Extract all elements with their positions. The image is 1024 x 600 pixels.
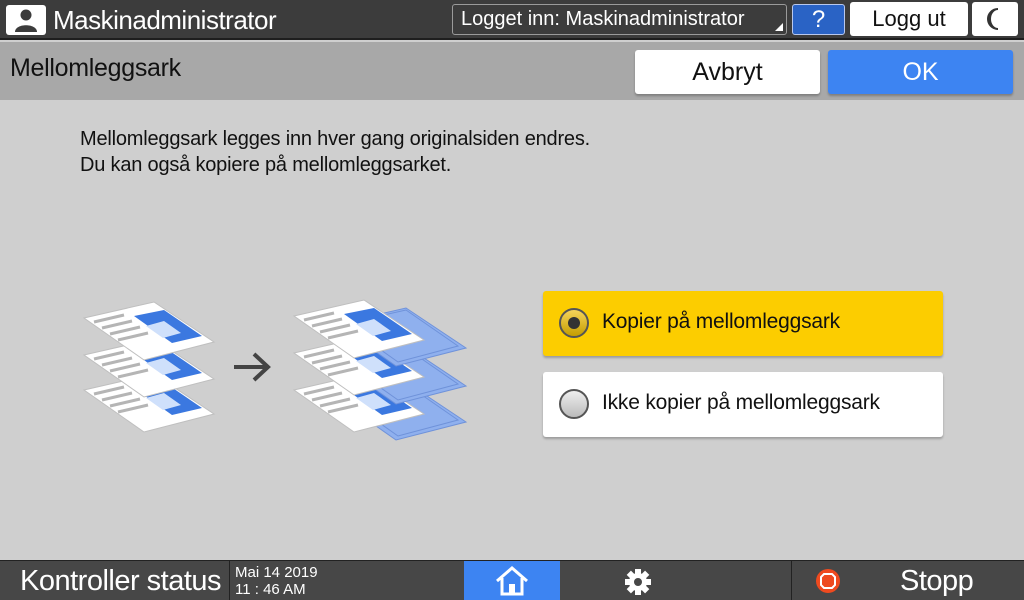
settings-button[interactable] — [560, 561, 792, 600]
cancel-button[interactable]: Avbryt — [635, 50, 820, 94]
date: Mai 14 2019 — [235, 564, 318, 581]
controller-status-button[interactable]: Kontroller status — [0, 561, 230, 600]
description-line-2: Du kan også kopiere på mellomleggsarket. — [80, 154, 452, 176]
home-button[interactable] — [464, 561, 560, 600]
date-time: Mai 14 2019 11 : 46 AM — [235, 564, 318, 598]
app-title: Maskinadministrator — [53, 5, 277, 35]
original-stack — [82, 300, 216, 434]
energy-saver-button[interactable] — [972, 2, 1018, 36]
home-icon — [496, 566, 528, 596]
logout-button[interactable]: Logg ut — [850, 2, 968, 36]
time: 11 : 46 AM — [235, 581, 306, 598]
stop-icon — [816, 569, 840, 593]
option-label: Ikke kopier på mellomleggsark — [602, 391, 880, 414]
output-stack — [292, 298, 467, 441]
user-icon[interactable] — [6, 5, 46, 35]
radio-unselected-icon — [559, 389, 589, 419]
option-copy-on-slip-sheet[interactable]: Kopier på mellomleggsark — [543, 291, 943, 356]
bottom-bar: Kontroller status Mai 14 2019 11 : 46 AM — [0, 560, 1024, 600]
description-line-1: Mellomleggsark legges inn hver gang orig… — [80, 128, 591, 150]
help-button[interactable]: ? — [792, 4, 845, 35]
help-icon: ? — [811, 6, 826, 33]
ok-button[interactable]: OK — [828, 50, 1013, 94]
stop-label: Stopp — [900, 565, 974, 597]
login-status-select[interactable]: Logget inn: Maskinadministrator — [452, 4, 787, 35]
top-bar: Maskinadministrator Logget inn: Maskinad… — [0, 0, 1024, 40]
dropdown-corner-icon — [775, 23, 783, 31]
page-title: Mellomleggsark — [10, 54, 181, 82]
radio-selected-icon — [559, 308, 589, 338]
description: Mellomleggsark legges inn hver gang orig… — [80, 126, 590, 178]
option-label: Kopier på mellomleggsark — [602, 310, 840, 333]
slip-sheet-illustration — [82, 298, 467, 441]
stop-button[interactable]: Stopp — [793, 561, 1024, 600]
option-do-not-copy-on-slip-sheet[interactable]: Ikke kopier på mellomleggsark — [543, 372, 943, 437]
gear-icon — [625, 569, 651, 595]
moon-icon — [987, 8, 999, 30]
page-header: Mellomleggsark Avbryt OK — [0, 42, 1024, 100]
arrow-right-icon — [234, 352, 271, 382]
login-status-label: Logget inn: Maskinadministrator — [461, 8, 745, 30]
